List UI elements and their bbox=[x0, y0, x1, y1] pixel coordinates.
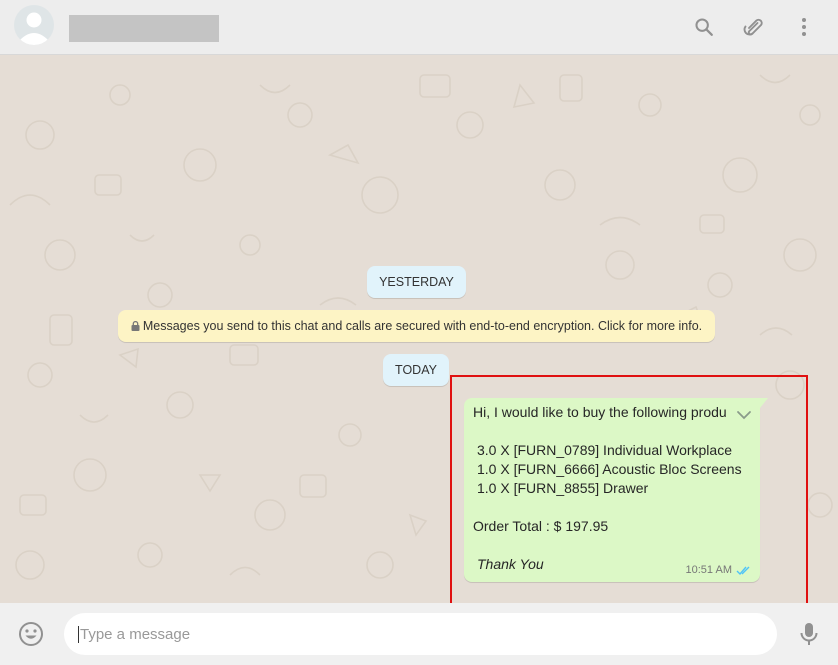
contact-name-placeholder[interactable] bbox=[69, 15, 219, 42]
emoji-icon bbox=[19, 622, 43, 646]
default-user-avatar-icon bbox=[19, 12, 49, 45]
outgoing-message[interactable]: Hi, I would like to buy the following pr… bbox=[464, 398, 768, 582]
mic-icon bbox=[800, 623, 818, 645]
attach-icon bbox=[743, 18, 763, 36]
compose-bar: Type a message bbox=[0, 603, 838, 665]
message-input[interactable]: Type a message bbox=[64, 613, 777, 655]
search-icon bbox=[695, 18, 713, 36]
order-item: 1.0 X [FURN_8855] Drawer bbox=[477, 480, 649, 496]
message-meta: 10:51 AM bbox=[686, 564, 752, 576]
chevron-down-icon bbox=[737, 411, 751, 420]
double-check-icon bbox=[736, 566, 750, 575]
order-item: 1.0 X [FURN_6666] Acoustic Bloc Screens bbox=[477, 461, 742, 477]
search-button[interactable] bbox=[691, 14, 717, 40]
contact-avatar[interactable] bbox=[14, 5, 54, 45]
message-time: 10:51 AM bbox=[685, 564, 732, 576]
message-menu-button[interactable] bbox=[732, 406, 752, 424]
message-thanks: Thank You bbox=[477, 556, 544, 572]
voice-message-button[interactable] bbox=[797, 620, 821, 648]
menu-button[interactable] bbox=[791, 14, 817, 40]
date-divider-yesterday: YESTERDAY bbox=[367, 266, 466, 298]
text-caret bbox=[78, 625, 79, 643]
message-greeting: Hi, I would like to buy the following pr… bbox=[473, 404, 727, 420]
encryption-notice-text: Messages you send to this chat and calls… bbox=[142, 319, 703, 333]
lock-icon bbox=[131, 320, 140, 331]
bubble-tail bbox=[760, 398, 768, 408]
order-item: 3.0 X [FURN_0789] Individual Workplace bbox=[477, 442, 732, 458]
menu-icon bbox=[802, 18, 806, 36]
chat-area[interactable]: YESTERDAY Messages you send to this chat… bbox=[0, 55, 838, 603]
date-divider-today: TODAY bbox=[383, 354, 449, 386]
message-input-placeholder: Type a message bbox=[80, 625, 191, 643]
attach-button[interactable] bbox=[741, 14, 767, 40]
emoji-button[interactable] bbox=[17, 620, 45, 648]
encryption-notice[interactable]: Messages you send to this chat and calls… bbox=[118, 310, 715, 342]
order-total: Order Total : $ 197.95 bbox=[473, 518, 609, 534]
chat-header bbox=[0, 0, 838, 55]
